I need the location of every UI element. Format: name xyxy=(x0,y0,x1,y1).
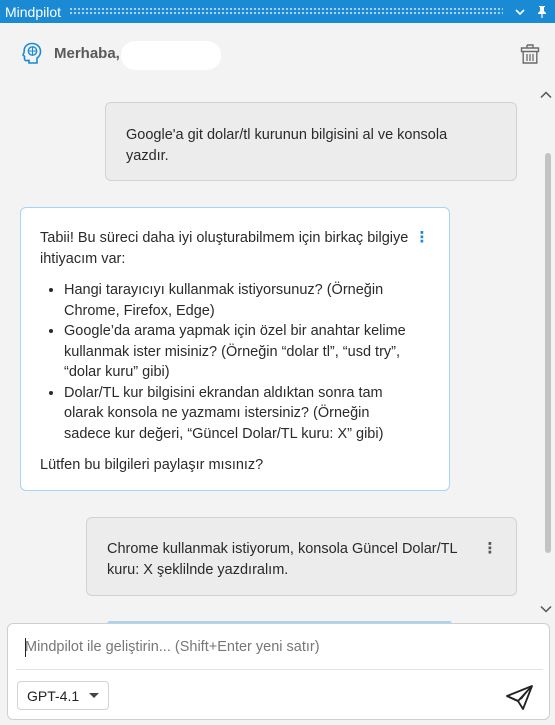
brain-icon xyxy=(20,41,44,65)
pin-icon[interactable] xyxy=(533,0,551,23)
chevron-down-icon xyxy=(89,693,99,698)
drag-handle[interactable] xyxy=(69,7,503,16)
message-outro: Lütfen bu bilgileri paylaşır mısınız? xyxy=(40,457,264,473)
chevron-down-icon[interactable] xyxy=(511,0,529,23)
composer: GPT-4.1 xyxy=(7,623,550,720)
more-options-icon[interactable]: ⋮ xyxy=(415,228,430,246)
scroll-down-icon[interactable] xyxy=(538,602,554,616)
chat-history[interactable]: Google'a git dolar/tl kurunun bilgisini … xyxy=(0,87,555,623)
text-caret xyxy=(25,638,26,657)
header: Merhaba, xyxy=(0,23,555,87)
more-options-icon[interactable]: ⋮ xyxy=(483,539,498,557)
message-text: Google'a git dolar/tl kurunun bilgisini … xyxy=(126,127,448,164)
message-intro: Tabii! Bu süreci daha iyi oluşturabilmem… xyxy=(40,230,409,267)
greeting-text: Merhaba, xyxy=(54,45,120,62)
title-bar: Mindpilot xyxy=(0,0,555,23)
model-select[interactable]: GPT-4.1 xyxy=(17,681,109,710)
message-bullet-list: Hangi tarayıcıyı kullanmak istiyorsunuz?… xyxy=(64,280,420,444)
assistant-message: Tabii! Bu süreci daha iyi oluşturabilmem… xyxy=(20,207,450,491)
user-message: Google'a git dolar/tl kurunun bilgisini … xyxy=(105,102,517,181)
scrollbar-thumb[interactable] xyxy=(545,153,551,553)
trash-icon[interactable] xyxy=(518,41,542,67)
bullet-item: Dolar/TL kur bilgisini ekrandan aldıktan… xyxy=(64,383,420,445)
composer-divider xyxy=(16,669,543,670)
prompt-input[interactable] xyxy=(8,624,549,669)
bullet-item: Google’da arama yapmak için özel bir ana… xyxy=(64,321,420,383)
model-select-value: GPT-4.1 xyxy=(27,687,80,704)
window-title: Mindpilot xyxy=(5,3,62,20)
scroll-up-icon[interactable] xyxy=(538,88,554,102)
user-message: Chrome kullanmak istiyorum, konsola Günc… xyxy=(86,517,517,596)
user-name-redacted xyxy=(121,41,221,70)
send-icon[interactable] xyxy=(501,682,537,712)
message-text: Chrome kullanmak istiyorum, konsola Günc… xyxy=(107,541,458,578)
bullet-item: Hangi tarayıcıyı kullanmak istiyorsunuz?… xyxy=(64,280,420,321)
